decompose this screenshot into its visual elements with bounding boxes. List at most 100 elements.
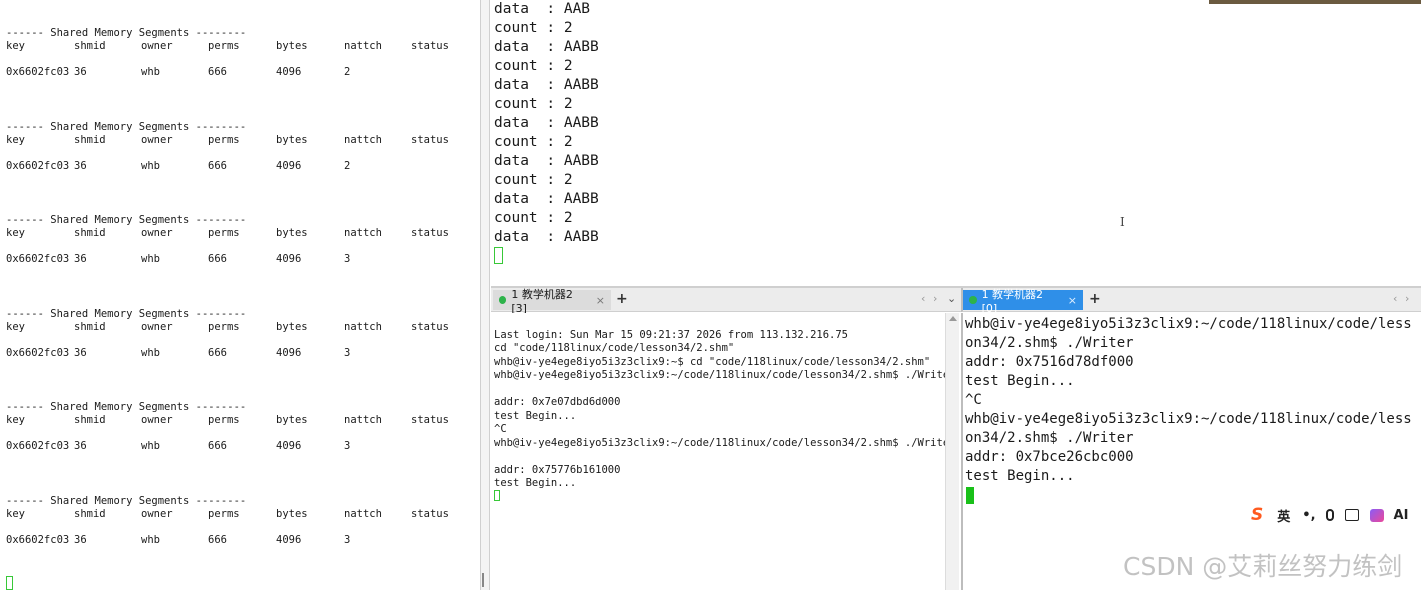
table-cell: 2 (344, 160, 351, 172)
terminal-line: data : AABB (494, 77, 599, 93)
tab-next-icon[interactable]: › (1405, 292, 1409, 305)
column-header: key (6, 508, 25, 520)
column-header: bytes (276, 414, 308, 426)
ipcs-columns: key shmid owner perms bytes nattch status (6, 40, 449, 53)
close-icon[interactable]: × (1068, 294, 1077, 307)
column-header: bytes (276, 508, 308, 520)
terminal-line: on34/2.shm$ ./Writer (965, 335, 1134, 351)
terminal-line: on34/2.shm$ ./Writer (965, 430, 1134, 446)
column-header: owner (141, 134, 173, 146)
tab-prev-icon[interactable]: ‹ (921, 292, 925, 305)
column-header: nattch (344, 227, 382, 239)
column-header: owner (141, 227, 173, 239)
ipcs-columns: key shmid owner perms bytes nattch status (6, 134, 449, 147)
column-header: status (411, 40, 449, 52)
column-header: bytes (276, 40, 308, 52)
vertical-splitter[interactable] (480, 0, 490, 590)
table-cell: whb (141, 347, 160, 359)
column-header: shmid (74, 40, 106, 52)
column-header: status (411, 227, 449, 239)
reader-output: data : AAB count : 2 data : AABB count : 2 d… (494, 0, 599, 247)
table-cell: 0x6602fc03 (6, 253, 70, 265)
table-cell: 4096 (276, 440, 302, 452)
left-terminal-pane[interactable]: ------ Shared Memory Segments -------- ke… (0, 0, 480, 590)
table-cell: whb (141, 534, 160, 546)
terminal-line: data : AABB (494, 39, 599, 55)
terminal-line: count : 2 (494, 58, 573, 74)
microphone-icon[interactable] (1325, 509, 1334, 521)
table-cell: 36 (74, 347, 87, 359)
sogou-logo-icon[interactable]: S (1251, 505, 1263, 525)
ai-assistant-icon[interactable]: AI (1394, 508, 1409, 523)
terminal-line: data : AAB (494, 1, 591, 17)
table-row: 0x6602fc03 36 whb 666 4096 2 (6, 66, 350, 79)
table-cell: whb (141, 160, 160, 172)
table-cell: 666 (208, 534, 227, 546)
reader-terminal-cursor (494, 247, 503, 264)
table-cell: 666 (208, 347, 227, 359)
tab-machine2-3[interactable]: 1 教学机器2 [3] × (493, 288, 611, 315)
tab-menu-icon[interactable]: ⌄ (947, 292, 956, 305)
tab-label: 1 教学机器2 [3] (511, 287, 573, 315)
ipcs-block: ------ Shared Memory Segments -------- ke… (6, 495, 449, 547)
terminal-line: whb@iv-ye4ege8iyo5i3z3clix9:~$ cd "code/… (494, 355, 931, 368)
terminal-line: count : 2 (494, 20, 573, 36)
add-tab-button[interactable]: + (616, 291, 628, 307)
reader-terminal-pane[interactable]: data : AAB count : 2 data : AABB count : 2 d… (491, 0, 1421, 286)
table-cell: 666 (208, 66, 227, 78)
table-cell: 36 (74, 66, 87, 78)
ipcs-header: ------ Shared Memory Segments -------- (6, 401, 247, 413)
column-header: bytes (276, 321, 308, 333)
column-header: owner (141, 40, 173, 52)
punctuation-icon[interactable]: •, (1302, 508, 1315, 523)
ipcs-block: ------ Shared Memory Segments -------- ke… (6, 27, 449, 79)
column-header: shmid (74, 227, 106, 239)
column-header: perms (208, 508, 240, 520)
writer-terminal-pane-1[interactable]: Last login: Sun Mar 15 09:21:37 2026 fro… (491, 313, 955, 590)
table-cell: 2 (344, 66, 351, 78)
skin-icon[interactable] (1369, 508, 1384, 522)
column-header: status (411, 414, 449, 426)
column-header: owner (141, 321, 173, 333)
terminal-line: ^C (494, 423, 507, 435)
ipcs-block: ------ Shared Memory Segments -------- ke… (6, 401, 449, 453)
terminal-line: test Begin... (494, 477, 577, 489)
terminal-line: test Begin... (494, 409, 577, 422)
table-row: 0x6602fc03 36 whb 666 4096 2 (6, 160, 350, 173)
writer-terminal-cursor-1 (494, 490, 500, 501)
tab-prev-icon[interactable]: ‹ (1393, 292, 1397, 305)
table-cell: 0x6602fc03 (6, 66, 70, 78)
column-header: perms (208, 40, 240, 52)
column-header: key (6, 227, 25, 239)
scrollbar[interactable] (945, 313, 959, 590)
ime-language-toggle[interactable]: 英 (1277, 506, 1290, 525)
column-header: perms (208, 134, 240, 146)
video-thumbnail (1209, 0, 1421, 4)
add-tab-button[interactable]: + (1089, 291, 1101, 307)
column-header: nattch (344, 321, 382, 333)
left-terminal-cursor (6, 576, 13, 590)
tab-machine2-0[interactable]: 1 教学机器2 [0] × (963, 288, 1083, 315)
table-cell: 0x6602fc03 (6, 534, 70, 546)
keyboard-icon[interactable] (1344, 509, 1359, 521)
tab-next-icon[interactable]: › (933, 292, 937, 305)
ipcs-header: ------ Shared Memory Segments -------- (6, 308, 247, 320)
column-header: nattch (344, 414, 382, 426)
table-cell: 4096 (276, 160, 302, 172)
scroll-up-icon[interactable] (949, 316, 957, 321)
column-header: perms (208, 414, 240, 426)
table-row: 0x6602fc03 36 whb 666 4096 3 (6, 347, 350, 360)
terminal-line: addr: 0x7516d78df000 (965, 354, 1134, 370)
table-cell: 4096 (276, 253, 302, 265)
table-cell: whb (141, 253, 160, 265)
table-cell: 0x6602fc03 (6, 347, 70, 359)
table-cell: 3 (344, 347, 351, 359)
column-header: nattch (344, 508, 382, 520)
writer-terminal-pane-2[interactable]: whb@iv-ye4ege8iyo5i3z3clix9:~/code/118li… (961, 313, 1421, 590)
close-icon[interactable]: × (596, 294, 605, 307)
